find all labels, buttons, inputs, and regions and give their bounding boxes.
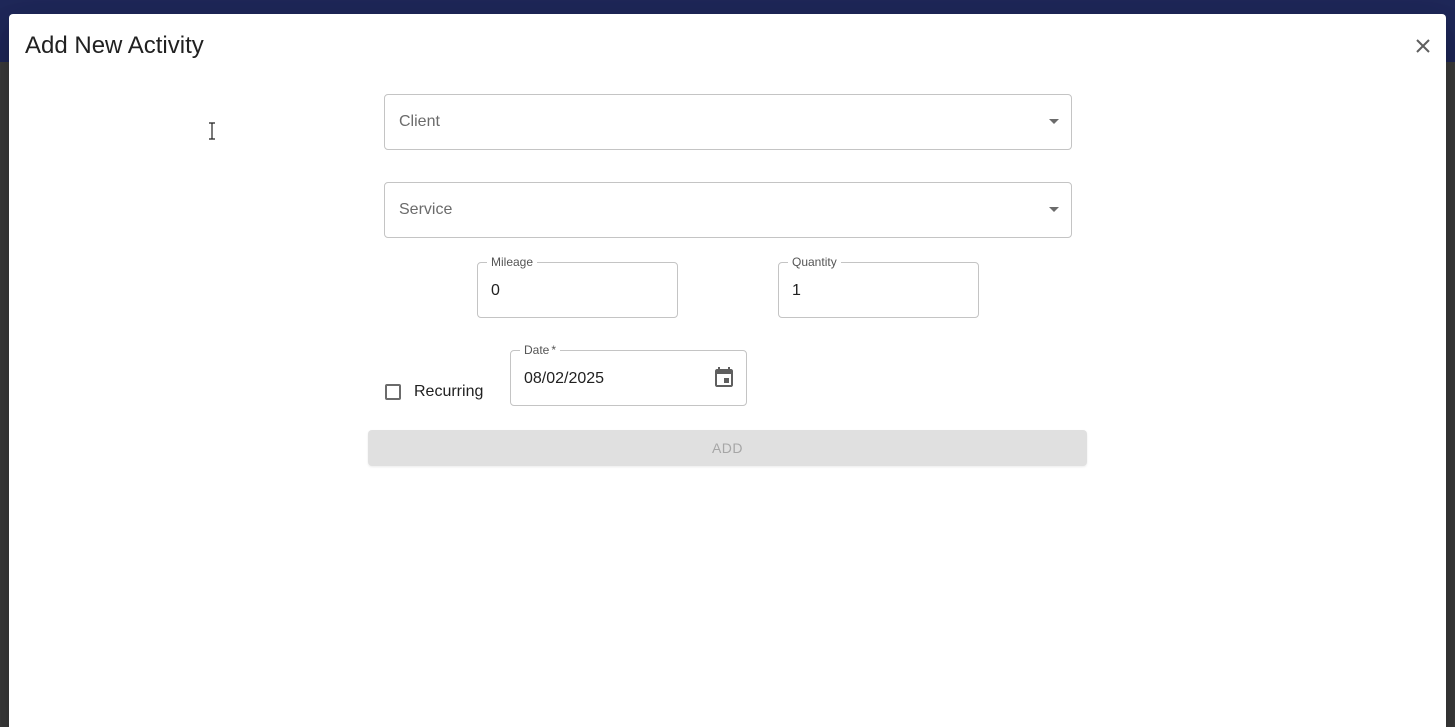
text-cursor-icon (207, 122, 217, 145)
service-placeholder: Service (399, 201, 453, 218)
add-button[interactable]: ADD (368, 430, 1087, 466)
arrow-drop-down-icon (1049, 119, 1059, 124)
recurring-checkbox[interactable]: Recurring (385, 370, 483, 414)
date-field: Date * (510, 343, 747, 406)
quantity-field: Quantity (778, 255, 979, 318)
service-select[interactable]: Service (384, 182, 1072, 238)
mileage-field: Mileage (477, 255, 678, 318)
required-mark: * (551, 343, 557, 357)
calendar-icon (715, 367, 733, 387)
quantity-label: Quantity (788, 255, 841, 269)
date-label-text: Date (524, 343, 550, 357)
mileage-input[interactable] (491, 281, 661, 301)
quantity-input[interactable] (792, 281, 962, 301)
arrow-drop-down-icon (1049, 207, 1059, 212)
add-activity-dialog: Add New Activity Client Service Mileage … (9, 14, 1446, 727)
date-input[interactable] (524, 369, 704, 389)
dialog-title: Add New Activity (25, 32, 204, 59)
date-label: Date * (520, 343, 561, 357)
calendar-button[interactable] (712, 366, 736, 390)
checkbox-box[interactable] (385, 384, 401, 400)
recurring-label: Recurring (414, 383, 484, 400)
client-select[interactable]: Client (384, 94, 1072, 150)
client-placeholder: Client (399, 113, 440, 130)
mileage-label: Mileage (487, 255, 538, 269)
close-button[interactable] (1409, 32, 1437, 60)
close-icon (1416, 39, 1430, 53)
